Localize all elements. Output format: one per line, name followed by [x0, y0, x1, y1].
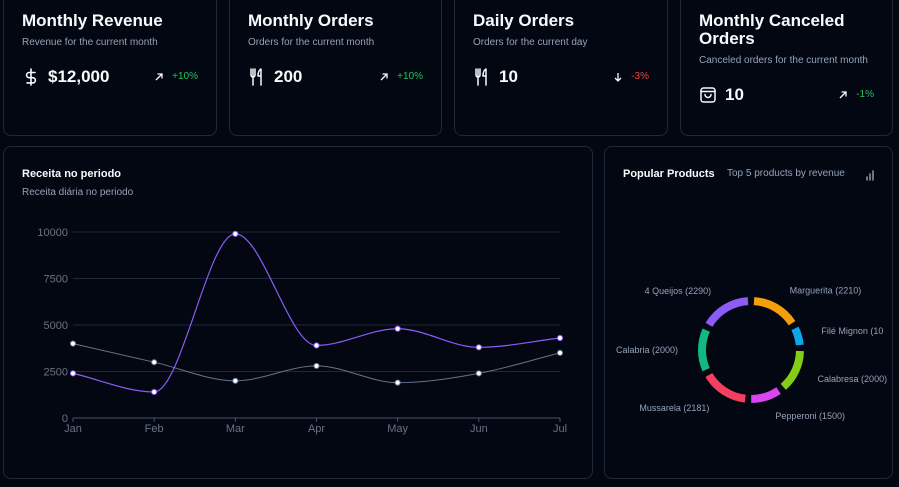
kpi-card-revenue: Monthly Revenue Revenue for the current …	[3, 0, 217, 136]
data-point[interactable]	[69, 370, 77, 377]
x-tick-label: Jul	[553, 423, 567, 435]
delta-value: +10%	[397, 71, 423, 82]
data-point[interactable]	[475, 344, 482, 351]
pie-slice-label: Calabresa (2000)	[818, 374, 888, 384]
pie-slice-label: Pepperoni (1500)	[775, 411, 845, 421]
x-tick-label: Jan	[64, 423, 82, 435]
kpi-subtitle: Revenue for the current month	[22, 37, 158, 48]
y-tick-label: 10000	[37, 227, 68, 239]
kpi-subtitle: Orders for the current month	[248, 37, 375, 48]
arrow-down-icon	[613, 72, 623, 82]
popular-products-card: Popular Products Top 5 products by reven…	[604, 146, 893, 479]
revenue-chart-card: Receita no periodo Receita diária no per…	[3, 146, 593, 479]
data-point[interactable]	[556, 334, 564, 342]
x-tick-label: Jun	[470, 423, 488, 435]
kpi-card-daily-orders: Daily Orders Orders for the current day …	[454, 0, 668, 136]
popular-products-pie-chart: Marguerita (2210) Filé Mignon (10 Calabres…	[616, 285, 888, 421]
x-tick-label: Feb	[145, 423, 164, 435]
data-point[interactable]	[556, 349, 564, 356]
utensils-icon	[248, 68, 266, 86]
pie-slice[interactable]	[753, 297, 796, 326]
y-tick-label: 7500	[44, 274, 68, 286]
data-point[interactable]	[313, 342, 320, 349]
kpi-subtitle: Orders for the current day	[473, 37, 588, 48]
kpi-title: Monthly Revenue	[22, 11, 163, 30]
kpi-card-orders: Monthly Orders Orders for the current mo…	[229, 0, 442, 136]
arrow-up-right-icon	[838, 90, 848, 100]
delta-value: -1%	[856, 89, 874, 100]
data-point[interactable]	[232, 377, 239, 384]
kpi-title: Daily Orders	[473, 11, 575, 30]
data-point[interactable]	[232, 230, 239, 237]
x-tick-label: Mar	[226, 423, 245, 435]
dollar-icon	[22, 68, 40, 86]
delta-value: -3%	[631, 71, 649, 82]
data-point[interactable]	[151, 388, 158, 396]
revenue-line-chart: 025005000750010000Jan Feb Mar Apr May Jun Jul	[37, 227, 567, 435]
pie-slice-label: Mussarela (2181)	[639, 403, 709, 413]
pie-slice[interactable]	[698, 328, 710, 372]
pie-slice[interactable]	[705, 297, 749, 327]
kpi-card-canceled-orders: Monthly Canceled Orders Canceled orders …	[680, 0, 893, 136]
kpi-value-row: 200	[248, 67, 302, 87]
kpi-title: Monthly Canceled Orders	[699, 11, 845, 48]
y-tick-label: 5000	[44, 320, 68, 332]
pie-slice-label: Filé Mignon (10	[821, 326, 883, 336]
kpi-value-row: 10	[473, 67, 518, 87]
pie-slice[interactable]	[791, 326, 804, 346]
data-point[interactable]	[69, 340, 77, 347]
arrow-up-right-icon	[154, 72, 164, 82]
utensils-icon	[473, 68, 491, 86]
x-tick-label: May	[387, 423, 408, 435]
kpi-delta: -3%	[613, 71, 649, 82]
kpi-title: Monthly Orders	[248, 11, 374, 30]
kpi-delta: -1%	[838, 89, 874, 100]
pie-slice[interactable]	[780, 350, 804, 390]
data-point[interactable]	[151, 359, 158, 366]
pie-slice-label: 4 Queijos (2290)	[645, 286, 712, 296]
shopping-bag-icon	[699, 86, 717, 104]
pie-slice[interactable]	[705, 372, 746, 403]
kpi-value-row: 10	[699, 85, 744, 105]
kpi-subtitle: Canceled orders for the current month	[699, 55, 868, 66]
x-tick-label: Apr	[308, 423, 325, 435]
delta-value: +10%	[172, 71, 198, 82]
data-point[interactable]	[313, 362, 320, 370]
pie-slice[interactable]	[750, 387, 781, 403]
arrow-up-right-icon	[379, 72, 389, 82]
y-tick-label: 2500	[44, 367, 68, 379]
kpi-value: 10	[725, 85, 744, 104]
kpi-value: 10	[499, 67, 518, 86]
kpi-value: 200	[274, 67, 303, 86]
data-point[interactable]	[394, 325, 401, 332]
kpi-value: $12,000	[48, 67, 110, 86]
data-point[interactable]	[475, 370, 482, 377]
kpi-delta: +10%	[379, 71, 423, 82]
kpi-delta: +10%	[154, 71, 198, 82]
pie-slice-label: Calabria (2000)	[616, 345, 678, 355]
kpi-value-row: $12,000	[22, 67, 109, 87]
pie-slice-label: Marguerita (2210)	[790, 285, 862, 295]
data-point[interactable]	[394, 379, 401, 386]
